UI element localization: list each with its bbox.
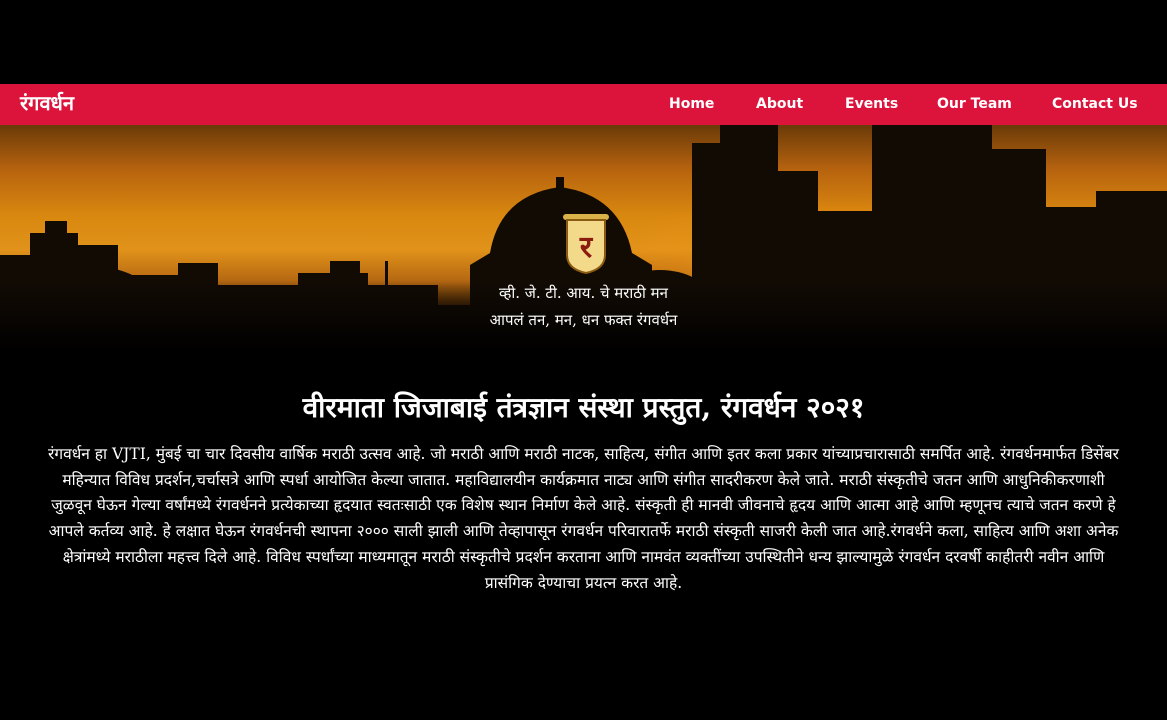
- hero-banner: र व्ही. जे. टी. आय. चे मराठी मन आपलं तन,…: [0, 125, 1167, 352]
- page-heading: वीरमाता जिजाबाई तंत्रज्ञान संस्था प्रस्त…: [302, 391, 865, 424]
- brand-logo-text[interactable]: रंगवर्धन: [20, 89, 74, 116]
- about-paragraph: रंगवर्धन हा VJTI, मुंबई चा चार दिवसीय वा…: [48, 445, 1119, 592]
- svg-text:र: र: [579, 230, 594, 265]
- rangvardhan-emblem-icon: र: [563, 214, 609, 275]
- nav-contact-us-link[interactable]: Contact Us: [1052, 96, 1138, 112]
- hero-tagline-line1: व्ही. जे. टी. आय. चे मराठी मन: [499, 284, 668, 302]
- top-spacer: [0, 0, 1167, 84]
- navbar: रंगवर्धन Home About Events Our Team Cont…: [0, 84, 1167, 125]
- nav-home-link[interactable]: Home: [669, 96, 714, 112]
- nav-about-link[interactable]: About: [756, 96, 803, 112]
- nav-events-link[interactable]: Events: [845, 96, 898, 112]
- hero-tagline-line2: आपलं तन, मन, धन फक्त रंगवर्धन: [489, 311, 678, 329]
- nav-our-team-link[interactable]: Our Team: [937, 96, 1012, 112]
